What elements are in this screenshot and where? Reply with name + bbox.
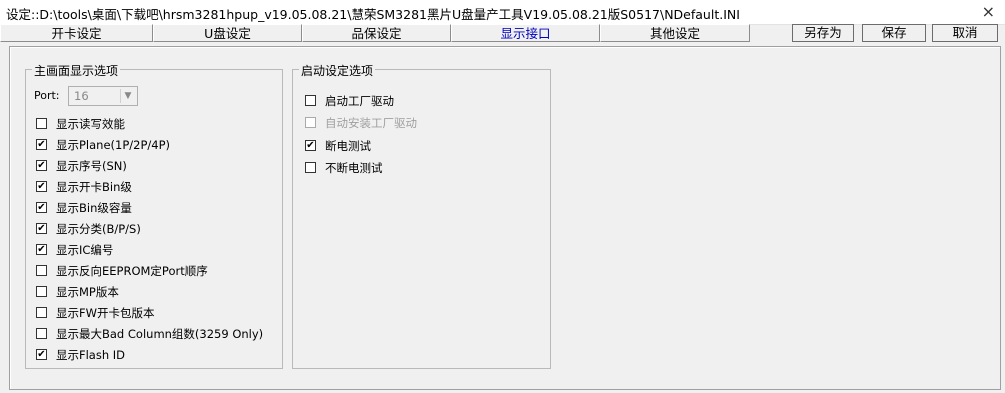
option-auto-install-factory-driver: 自动安装工厂驱动 (305, 115, 417, 131)
option-label: 断电测试 (325, 139, 371, 153)
option-label: 显示读写效能 (56, 117, 125, 131)
checkbox[interactable]: ✔ (36, 160, 47, 171)
tab-udisk-settings[interactable]: U盘设定 (153, 24, 302, 42)
main-display-options-title: 主画面显示选项 (32, 62, 121, 79)
tab-other-settings[interactable]: 其他设定 (600, 24, 750, 42)
option-label: 显示Flash ID (56, 348, 126, 362)
option-show-fw-version[interactable]: 显示FW开卡包版本 (36, 305, 155, 321)
checkbox (305, 117, 316, 128)
port-label: Port: (34, 89, 60, 102)
checkbox[interactable]: ✔ (36, 139, 47, 150)
option-label: 显示序号(SN) (56, 159, 127, 173)
port-select[interactable]: 16 ▼ (68, 86, 138, 106)
save-as-button[interactable]: 另存为 (792, 24, 854, 42)
option-label: 启动工厂驱动 (325, 94, 394, 108)
port-value: 16 (74, 89, 89, 103)
tab-display-interface[interactable]: 显示接口 (451, 24, 600, 42)
checkbox[interactable] (305, 95, 316, 106)
main-display-options-group: 主画面显示选项 Port: 16 ▼ 显示读写效能 ✔ 显示Plane(1P/2P… (25, 62, 283, 369)
option-show-plane[interactable]: ✔ 显示Plane(1P/2P/4P) (36, 137, 170, 153)
startup-options-group: 启动设定选项 启动工厂驱动 自动安装工厂驱动 ✔ 断电测试 不断电测试 (292, 62, 551, 369)
checkbox[interactable] (36, 286, 47, 297)
option-label: 显示IC编号 (56, 243, 114, 257)
title-bar: 设定::D:\tools\桌面\下载吧\hrsm3281hpup_v19.05.… (0, 0, 1005, 25)
option-label: 显示Plane(1P/2P/4P) (56, 138, 171, 152)
option-label: 显示MP版本 (56, 285, 119, 299)
option-show-mp-version[interactable]: 显示MP版本 (36, 284, 119, 300)
option-label: 显示最大Bad Column组数(3259 Only) (56, 327, 264, 341)
checkbox[interactable]: ✔ (305, 140, 316, 151)
option-label: 显示分类(B/P/S) (56, 222, 141, 236)
option-show-rw-performance[interactable]: 显示读写效能 (36, 116, 125, 132)
option-no-power-off-test[interactable]: 不断电测试 (305, 160, 383, 176)
window-title: 设定::D:\tools\桌面\下载吧\hrsm3281hpup_v19.05.… (6, 7, 740, 22)
checkbox[interactable] (36, 307, 47, 318)
chevron-down-icon[interactable]: ▼ (120, 89, 135, 103)
tab-card-settings[interactable]: 开卡设定 (0, 24, 153, 42)
checkbox[interactable]: ✔ (36, 349, 47, 360)
option-label: 显示开卡Bin级 (56, 180, 132, 194)
option-label: 自动安装工厂驱动 (325, 116, 417, 130)
startup-options-title: 启动设定选项 (299, 62, 376, 79)
checkbox[interactable] (36, 118, 47, 129)
option-show-bin-capacity[interactable]: ✔ 显示Bin级容量 (36, 200, 132, 216)
option-power-off-test[interactable]: ✔ 断电测试 (305, 138, 371, 154)
tab-qa-settings[interactable]: 品保设定 (302, 24, 451, 42)
option-show-bad-column[interactable]: 显示最大Bad Column组数(3259 Only) (36, 326, 263, 342)
checkbox[interactable]: ✔ (36, 223, 47, 234)
option-show-reverse-eeprom[interactable]: 显示反向EEPROM定Port顺序 (36, 263, 208, 279)
option-show-ic-number[interactable]: ✔ 显示IC编号 (36, 242, 113, 258)
close-icon[interactable]: × (982, 2, 995, 21)
option-show-bin-level[interactable]: ✔ 显示开卡Bin级 (36, 179, 132, 195)
option-label: 显示反向EEPROM定Port顺序 (56, 264, 208, 278)
checkbox[interactable]: ✔ (36, 181, 47, 192)
option-show-sn[interactable]: ✔ 显示序号(SN) (36, 158, 127, 174)
option-show-flash-id[interactable]: ✔ 显示Flash ID (36, 347, 125, 363)
option-start-factory-driver[interactable]: 启动工厂驱动 (305, 93, 394, 109)
save-button[interactable]: 保存 (862, 24, 926, 42)
checkbox[interactable] (36, 265, 47, 276)
checkbox[interactable] (305, 162, 316, 173)
checkbox[interactable]: ✔ (36, 244, 47, 255)
cancel-button[interactable]: 取消 (932, 24, 998, 42)
checkbox[interactable] (36, 328, 47, 339)
checkbox[interactable]: ✔ (36, 202, 47, 213)
option-label: 显示Bin级容量 (56, 201, 132, 215)
option-show-category[interactable]: ✔ 显示分类(B/P/S) (36, 221, 141, 237)
option-label: 不断电测试 (325, 161, 383, 175)
option-label: 显示FW开卡包版本 (56, 306, 155, 320)
